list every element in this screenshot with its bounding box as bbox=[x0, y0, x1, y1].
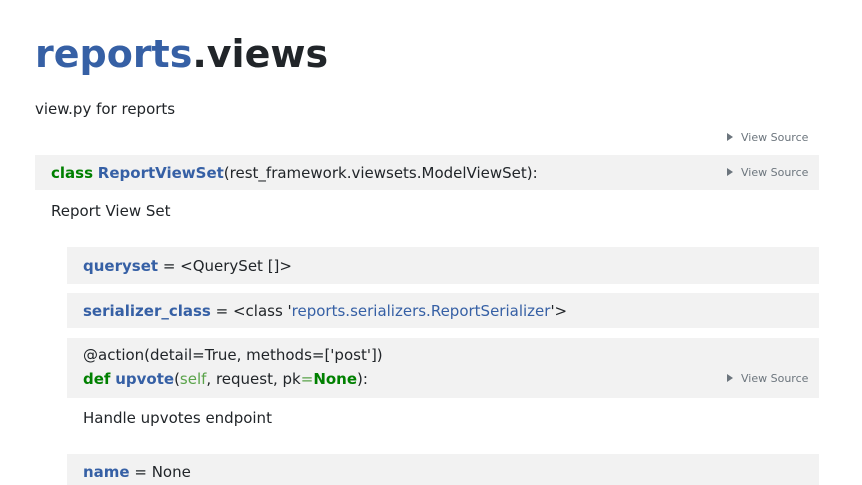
class-docstring: Report View Set bbox=[51, 202, 171, 220]
serializer-prefix: = <class ' bbox=[210, 302, 292, 320]
upvote-signature: def upvote(self, request, pk=None): bbox=[83, 369, 368, 389]
class-base: (rest_framework.viewsets.ModelViewSet): bbox=[223, 164, 538, 182]
equals-sign: = bbox=[300, 370, 314, 388]
page-title: reports.views bbox=[35, 30, 328, 78]
upvote-params: , request, pk bbox=[206, 370, 301, 388]
class-name[interactable]: ReportViewSet bbox=[98, 164, 224, 182]
disclosure-triangle-icon bbox=[727, 374, 733, 382]
upvote-docstring: Handle upvotes endpoint bbox=[83, 409, 272, 427]
submodule-name: views bbox=[206, 32, 329, 76]
none-default: None bbox=[313, 370, 358, 388]
self-param: self bbox=[179, 370, 207, 388]
view-source-label: View Source bbox=[741, 166, 809, 179]
serializer-suffix: '> bbox=[550, 302, 568, 320]
module-docstring: view.py for reports bbox=[35, 100, 176, 118]
module-view-source[interactable]: View Source bbox=[727, 131, 808, 145]
class-signature: class ReportViewSet(rest_framework.views… bbox=[51, 163, 538, 183]
serializer-link[interactable]: reports.serializers.ReportSerializer bbox=[292, 302, 551, 320]
disclosure-triangle-icon bbox=[727, 133, 733, 141]
name-signature: name = None bbox=[83, 462, 191, 482]
module-dot: . bbox=[192, 32, 207, 76]
upvote-decorator: @action(detail=True, methods=['post']) bbox=[83, 346, 383, 364]
upvote-close: ): bbox=[357, 370, 368, 388]
class-keyword: class bbox=[51, 164, 94, 182]
serializer-name[interactable]: serializer_class bbox=[83, 302, 211, 320]
class-view-source[interactable]: View Source bbox=[727, 166, 808, 180]
view-source-label: View Source bbox=[741, 131, 809, 144]
queryset-value: = <QuerySet []> bbox=[158, 257, 292, 275]
disclosure-triangle-icon bbox=[727, 168, 733, 176]
upvote-view-source[interactable]: View Source bbox=[727, 372, 808, 386]
name-attr-name[interactable]: name bbox=[83, 463, 130, 481]
view-source-label: View Source bbox=[741, 372, 809, 385]
upvote-name[interactable]: upvote bbox=[115, 370, 174, 388]
name-attr-value: = None bbox=[129, 463, 191, 481]
module-name: reports bbox=[35, 32, 193, 76]
serializer-signature: serializer_class = <class 'reports.seria… bbox=[83, 301, 567, 321]
queryset-signature: queryset = <QuerySet []> bbox=[83, 256, 292, 276]
queryset-name[interactable]: queryset bbox=[83, 257, 158, 275]
def-keyword: def bbox=[83, 370, 111, 388]
